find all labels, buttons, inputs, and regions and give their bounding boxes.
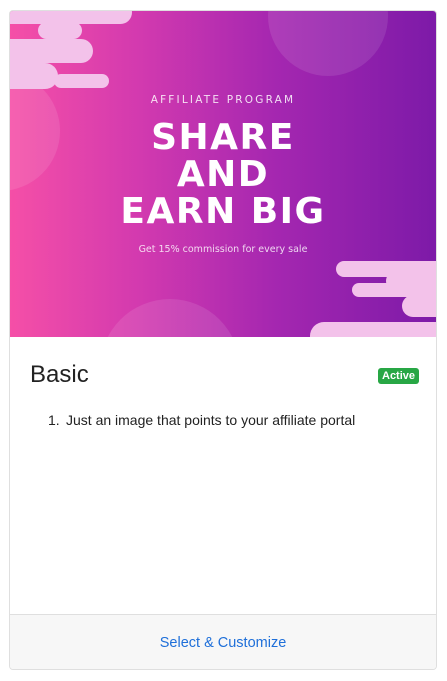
banner-image: AFFILIATE PROGRAM SHARE AND EARN BIG Get… [10, 11, 436, 337]
feature-list: 1. Just an image that points to your affi… [48, 412, 355, 428]
card-footer: Select & Customize [10, 614, 436, 669]
list-item-number: 1. [48, 412, 60, 428]
list-item-text: Just an image that points to your affili… [66, 412, 356, 428]
banner-headline: SHARE AND EARN BIG [10, 119, 436, 230]
decor-pills-top-left [10, 11, 132, 89]
banner-headline-line3: EARN BIG [120, 191, 326, 232]
decor-circle-top [268, 11, 388, 76]
decor-circle-bottom [107, 299, 233, 337]
card-title: Basic [30, 361, 89, 388]
status-badge: Active [378, 368, 420, 384]
banner-subline: Get 15% commission for every sale [138, 244, 308, 255]
banner-headline-line2: AND [176, 154, 270, 195]
template-card: AFFILIATE PROGRAM SHARE AND EARN BIG Get… [9, 10, 437, 670]
select-customize-link[interactable]: Select & Customize [160, 635, 287, 651]
banner-eyebrow: AFFILIATE PROGRAM [150, 94, 296, 106]
list-item: 1. Just an image that points to your affi… [48, 412, 355, 428]
banner-headline-line1: SHARE [151, 117, 295, 158]
decor-pills-bottom-right [310, 261, 436, 337]
